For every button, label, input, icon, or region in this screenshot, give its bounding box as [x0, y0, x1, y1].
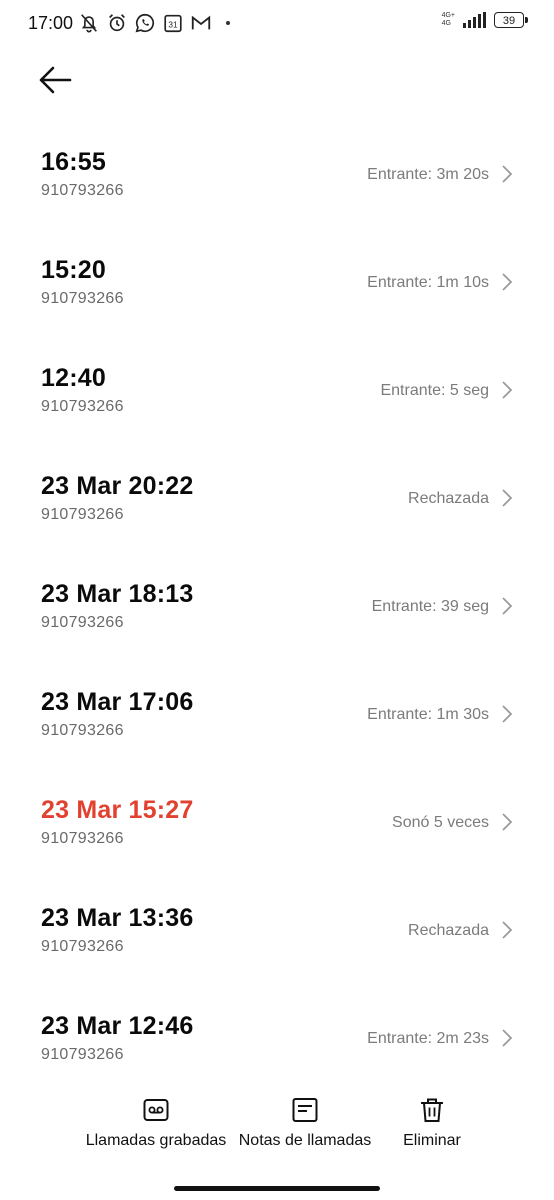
call-number: 910793266	[41, 398, 124, 415]
call-status: Entrante: 2m 23s	[367, 1030, 489, 1047]
call-number: 910793266	[41, 182, 124, 199]
chevron-right-icon	[502, 1029, 513, 1047]
system-icons: 4G+ 4G 39	[441, 12, 528, 28]
delete-button[interactable]: Eliminar	[392, 1096, 472, 1150]
svg-text:31: 31	[168, 21, 178, 30]
call-status: Entrante: 5 seg	[380, 382, 489, 399]
calendar-icon: 31	[164, 14, 182, 33]
call-row[interactable]: 16:55 910793266 Entrante: 3m 20s	[0, 128, 554, 236]
call-time: 23 Mar 20:22	[41, 472, 194, 500]
battery-icon: 39	[494, 12, 528, 28]
call-number: 910793266	[41, 614, 124, 631]
alarm-icon	[109, 14, 125, 32]
call-number: 910793266	[41, 722, 124, 739]
status-time: 17:00	[28, 13, 74, 33]
call-time: 23 Mar 15:27	[41, 796, 194, 824]
call-time: 16:55	[41, 148, 106, 176]
more-notifications-dot-icon	[226, 21, 230, 25]
call-row[interactable]: 23 Mar 20:22 910793266 Rechazada	[0, 452, 554, 560]
call-status: Entrante: 1m 10s	[367, 274, 489, 291]
bottom-action-bar: Llamadas grabadas Notas de llamadas Elim…	[0, 1086, 554, 1186]
call-row[interactable]: 23 Mar 12:46 910793266 Entrante: 2m 23s	[0, 992, 554, 1100]
call-status: Entrante: 1m 30s	[367, 706, 489, 723]
call-row[interactable]: 23 Mar 18:13 910793266 Entrante: 39 seg	[0, 560, 554, 668]
call-time: 23 Mar 13:36	[41, 904, 194, 932]
chevron-right-icon	[502, 597, 513, 615]
call-status: Entrante: 39 seg	[371, 598, 489, 615]
status-bar: 17:00 31 4G+ 4G 39	[0, 0, 554, 48]
home-indicator[interactable]	[174, 1186, 380, 1191]
call-time: 23 Mar 12:46	[41, 1012, 194, 1040]
trash-icon	[421, 1098, 443, 1122]
voicemail-icon	[143, 1099, 169, 1121]
call-row[interactable]: 23 Mar 17:06 910793266 Entrante: 1m 30s	[0, 668, 554, 776]
call-status: Entrante: 3m 20s	[367, 166, 489, 183]
call-number: 910793266	[41, 830, 124, 847]
gmail-icon	[191, 15, 211, 30]
call-time: 23 Mar 18:13	[41, 580, 194, 608]
call-number: 910793266	[41, 506, 124, 523]
call-row[interactable]: 23 Mar 13:36 910793266 Rechazada	[0, 884, 554, 992]
call-row[interactable]: 12:40 910793266 Entrante: 5 seg	[0, 344, 554, 452]
muted-notification-icon	[81, 14, 97, 33]
chevron-right-icon	[502, 273, 513, 291]
chevron-right-icon	[502, 165, 513, 183]
back-arrow-icon[interactable]	[36, 62, 76, 98]
notes-icon	[292, 1098, 318, 1122]
call-status: Rechazada	[408, 922, 489, 939]
call-time: 12:40	[41, 364, 106, 392]
chevron-right-icon	[502, 813, 513, 831]
call-time: 15:20	[41, 256, 106, 284]
call-row[interactable]: 23 Mar 15:27 910793266 Sonó 5 veces	[0, 776, 554, 884]
call-number: 910793266	[41, 290, 124, 307]
chevron-right-icon	[502, 921, 513, 939]
call-time: 23 Mar 17:06	[41, 688, 194, 716]
recorded-calls-button[interactable]: Llamadas grabadas	[84, 1096, 228, 1150]
chevron-right-icon	[502, 705, 513, 723]
network-type: 4G+ 4G	[441, 12, 455, 27]
chevron-right-icon	[502, 381, 513, 399]
call-status: Sonó 5 veces	[392, 814, 489, 831]
call-status: Rechazada	[408, 490, 489, 507]
battery-level: 39	[502, 15, 516, 27]
signal-icon	[463, 12, 486, 28]
delete-label: Eliminar	[403, 1132, 461, 1149]
call-row[interactable]: 15:20 910793266 Entrante: 1m 10s	[0, 236, 554, 344]
call-number: 910793266	[41, 1046, 124, 1063]
call-history-list: 16:55 910793266 Entrante: 3m 20s 15:20 9…	[0, 128, 554, 1100]
call-notes-label: Notas de llamadas	[238, 1132, 372, 1149]
chevron-right-icon	[502, 489, 513, 507]
whatsapp-icon	[135, 13, 155, 33]
call-number: 910793266	[41, 938, 124, 955]
call-notes-button[interactable]: Notas de llamadas	[234, 1096, 376, 1150]
notification-icons: 31	[78, 12, 230, 34]
recorded-calls-label: Llamadas grabadas	[85, 1132, 227, 1149]
